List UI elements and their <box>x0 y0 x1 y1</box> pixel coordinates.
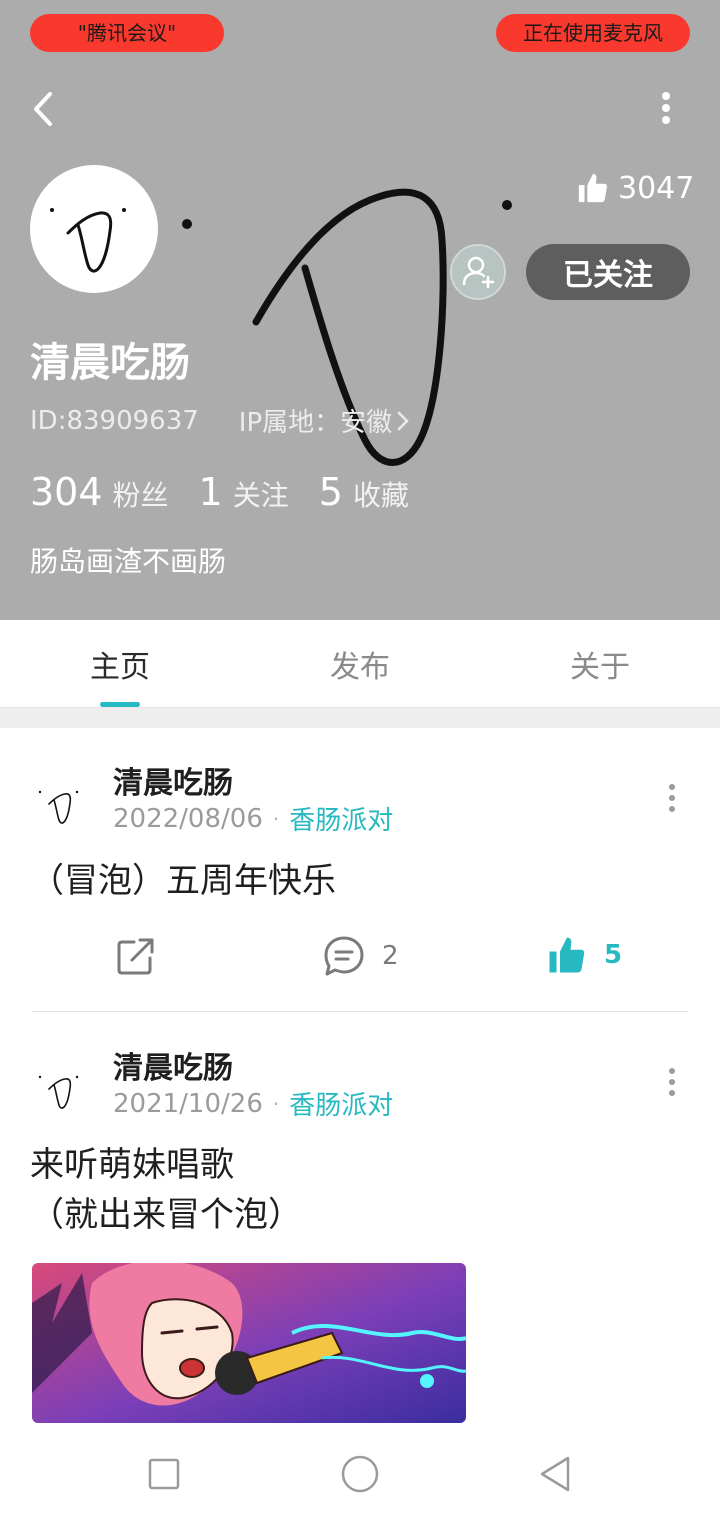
section-gap <box>0 708 720 728</box>
ip-location-link[interactable]: IP属地：安徽 <box>239 402 410 439</box>
post-text-line: （就出来冒个泡） <box>30 1195 302 1235</box>
post-topic[interactable]: 香肠派对 <box>289 1085 393 1122</box>
mic-in-use-pill[interactable]: 正在使用麦克风 <box>496 14 690 52</box>
tab-about[interactable]: 关于 <box>520 642 680 686</box>
comment-icon <box>324 936 364 976</box>
tab-home[interactable]: 主页 <box>40 642 200 686</box>
thumbs-up-icon <box>549 937 585 973</box>
stat-following[interactable]: 1 关注 <box>199 470 289 514</box>
recents-button[interactable] <box>142 1452 186 1496</box>
user-id: ID:83909637 <box>30 405 199 436</box>
circle-icon <box>341 1455 379 1493</box>
post-meta: 2021/10/26 · 香肠派对 <box>113 1085 393 1122</box>
share-icon <box>117 938 154 975</box>
post-text-line: 来听萌妹唱歌 <box>30 1145 234 1185</box>
share-button[interactable] <box>114 934 158 978</box>
system-nav-bar <box>0 1424 720 1520</box>
profile-stats: 304 粉丝 1 关注 5 收藏 <box>30 470 439 514</box>
square-icon <box>148 1458 180 1490</box>
post-topic[interactable]: 香肠派对 <box>289 800 393 837</box>
stat-label: 关注 <box>232 479 289 512</box>
profile-header: "腾讯会议" 正在使用麦克风 3047 已关注 清晨吃肠 ID:83909637… <box>0 0 720 620</box>
stat-number: 1 <box>198 470 223 514</box>
likes-count: 3047 <box>618 170 695 206</box>
post-image[interactable] <box>32 1263 466 1423</box>
chevron-right-icon <box>397 411 409 430</box>
post-more-button[interactable] <box>660 1064 684 1100</box>
tab-posts[interactable]: 发布 <box>280 642 440 686</box>
profile-name: 清晨吃肠 <box>30 340 190 386</box>
home-button[interactable] <box>338 1452 382 1496</box>
stat-label: 收藏 <box>352 479 409 512</box>
post-more-button[interactable] <box>660 780 684 816</box>
post-actions: 2 5 <box>0 934 720 984</box>
scribble-drawing <box>182 188 512 466</box>
more-options-button[interactable] <box>646 88 686 132</box>
stat-favorites[interactable]: 5 收藏 <box>319 470 409 514</box>
profile-tabs: 主页 发布 关于 <box>0 620 720 708</box>
add-user-icon <box>462 256 495 289</box>
post-text: 来听萌妹唱歌 （就出来冒个泡） <box>30 1140 690 1240</box>
comment-count: 2 <box>382 941 399 971</box>
post-date: 2021/10/26 <box>113 1088 263 1119</box>
post-date: 2022/08/06 <box>113 803 263 834</box>
comment-button[interactable]: 2 <box>322 934 399 978</box>
ip-location: IP属地：安徽 <box>238 408 393 438</box>
like-count: 5 <box>604 940 623 970</box>
total-likes: 3047 <box>576 166 694 210</box>
meta-separator: · <box>272 806 280 831</box>
stat-number: 304 <box>30 470 103 514</box>
like-button[interactable]: 5 <box>546 934 622 976</box>
profile-meta: ID:83909637 IP属地：安徽 <box>30 402 410 439</box>
meta-separator: · <box>272 1091 280 1116</box>
follow-button[interactable]: 已关注 <box>526 244 690 300</box>
post-meta: 2022/08/06 · 香肠派对 <box>113 800 393 837</box>
post-avatar[interactable] <box>30 1055 94 1119</box>
meeting-app-pill[interactable]: "腾讯会议" <box>30 14 224 52</box>
stat-fans[interactable]: 304 粉丝 <box>30 470 169 514</box>
post-text: （冒泡）五周年快乐 <box>30 861 336 901</box>
profile-bio: 肠岛画渣不画肠 <box>30 545 227 578</box>
back-button[interactable] <box>22 88 66 132</box>
active-tab-indicator <box>100 702 140 707</box>
profile-avatar[interactable] <box>30 165 158 293</box>
chevron-left-icon <box>34 92 52 126</box>
post-card[interactable]: 清晨吃肠 2021/10/26 · 香肠派对 来听萌妹唱歌 （就出来冒个泡） <box>0 1012 720 1424</box>
more-vertical-icon <box>669 1068 675 1096</box>
post-card[interactable]: 清晨吃肠 2022/08/06 · 香肠派对 （冒泡）五周年快乐 2 5 <box>0 728 720 1012</box>
stat-label: 粉丝 <box>112 479 169 512</box>
post-author[interactable]: 清晨吃肠 <box>113 758 233 802</box>
stat-number: 5 <box>318 470 343 514</box>
post-author[interactable]: 清晨吃肠 <box>113 1043 233 1087</box>
more-vertical-icon <box>662 92 670 124</box>
back-nav-button[interactable] <box>534 1452 578 1496</box>
post-avatar[interactable] <box>30 770 94 834</box>
thumbs-up-icon <box>578 173 607 203</box>
add-friend-button[interactable] <box>450 244 506 300</box>
more-vertical-icon <box>669 784 675 812</box>
triangle-back-icon <box>540 1456 570 1492</box>
